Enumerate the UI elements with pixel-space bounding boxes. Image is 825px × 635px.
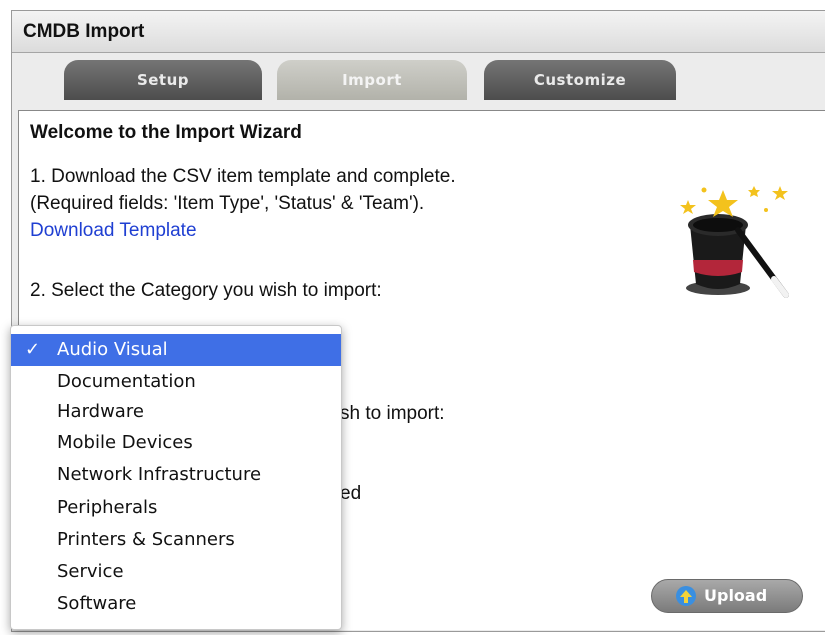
step2-instruction: 2. Select the Category you wish to impor… (30, 280, 382, 301)
option-label: Network Infrastructure (57, 464, 262, 485)
tab-import[interactable]: Import (277, 60, 467, 100)
dropdown-option-mobile-devices[interactable]: Mobile Devices (11, 427, 341, 459)
required-fields-note: (Required fields: 'Item Type', 'Status' … (30, 193, 425, 214)
panel-title: CMDB Import (12, 11, 825, 53)
tab-setup-label: Setup (136, 71, 190, 89)
option-label: Mobile Devices (57, 432, 193, 453)
dropdown-option-network-infrastructure[interactable]: Network Infrastructure (11, 459, 341, 491)
option-label: Printers & Scanners (57, 529, 235, 550)
option-label: Software (57, 593, 137, 614)
dropdown-option-software[interactable]: Software (11, 588, 341, 620)
option-label: Documentation (57, 371, 196, 392)
tab-customize-label: Customize (533, 71, 627, 89)
dropdown-option-audio-visual[interactable]: ✓ Audio Visual (11, 334, 341, 366)
step1-instruction: 1. Download the CSV item template and co… (30, 166, 456, 187)
option-label: Audio Visual (57, 339, 168, 360)
category-dropdown[interactable]: ✓ Audio Visual Documentation Hardware Mo… (10, 325, 342, 630)
upload-arrow-icon (676, 586, 696, 606)
tab-import-label: Import (342, 71, 402, 89)
checkmark-icon: ✓ (25, 339, 41, 360)
download-template-link[interactable]: Download Template (30, 220, 197, 242)
step4-instruction-partial: ed (340, 483, 362, 504)
dropdown-option-documentation[interactable]: Documentation (11, 366, 341, 398)
magic-hat-icon (680, 186, 789, 298)
tab-setup[interactable]: Setup (64, 60, 262, 100)
dropdown-option-service[interactable]: Service (11, 556, 341, 588)
option-label: Peripherals (57, 497, 158, 518)
wizard-heading: Welcome to the Import Wizard (30, 122, 302, 143)
option-label: Service (57, 561, 124, 582)
option-label: Hardware (57, 401, 144, 422)
dropdown-option-printers-scanners[interactable]: Printers & Scanners (11, 524, 341, 556)
upload-button-label: Upload (704, 586, 768, 605)
step3-instruction-partial: sh to import: (340, 403, 445, 424)
dropdown-option-peripherals[interactable]: Peripherals (11, 492, 341, 524)
upload-button[interactable]: Upload (651, 579, 803, 613)
tab-customize[interactable]: Customize (484, 60, 676, 100)
dropdown-option-hardware[interactable]: Hardware (11, 396, 341, 428)
